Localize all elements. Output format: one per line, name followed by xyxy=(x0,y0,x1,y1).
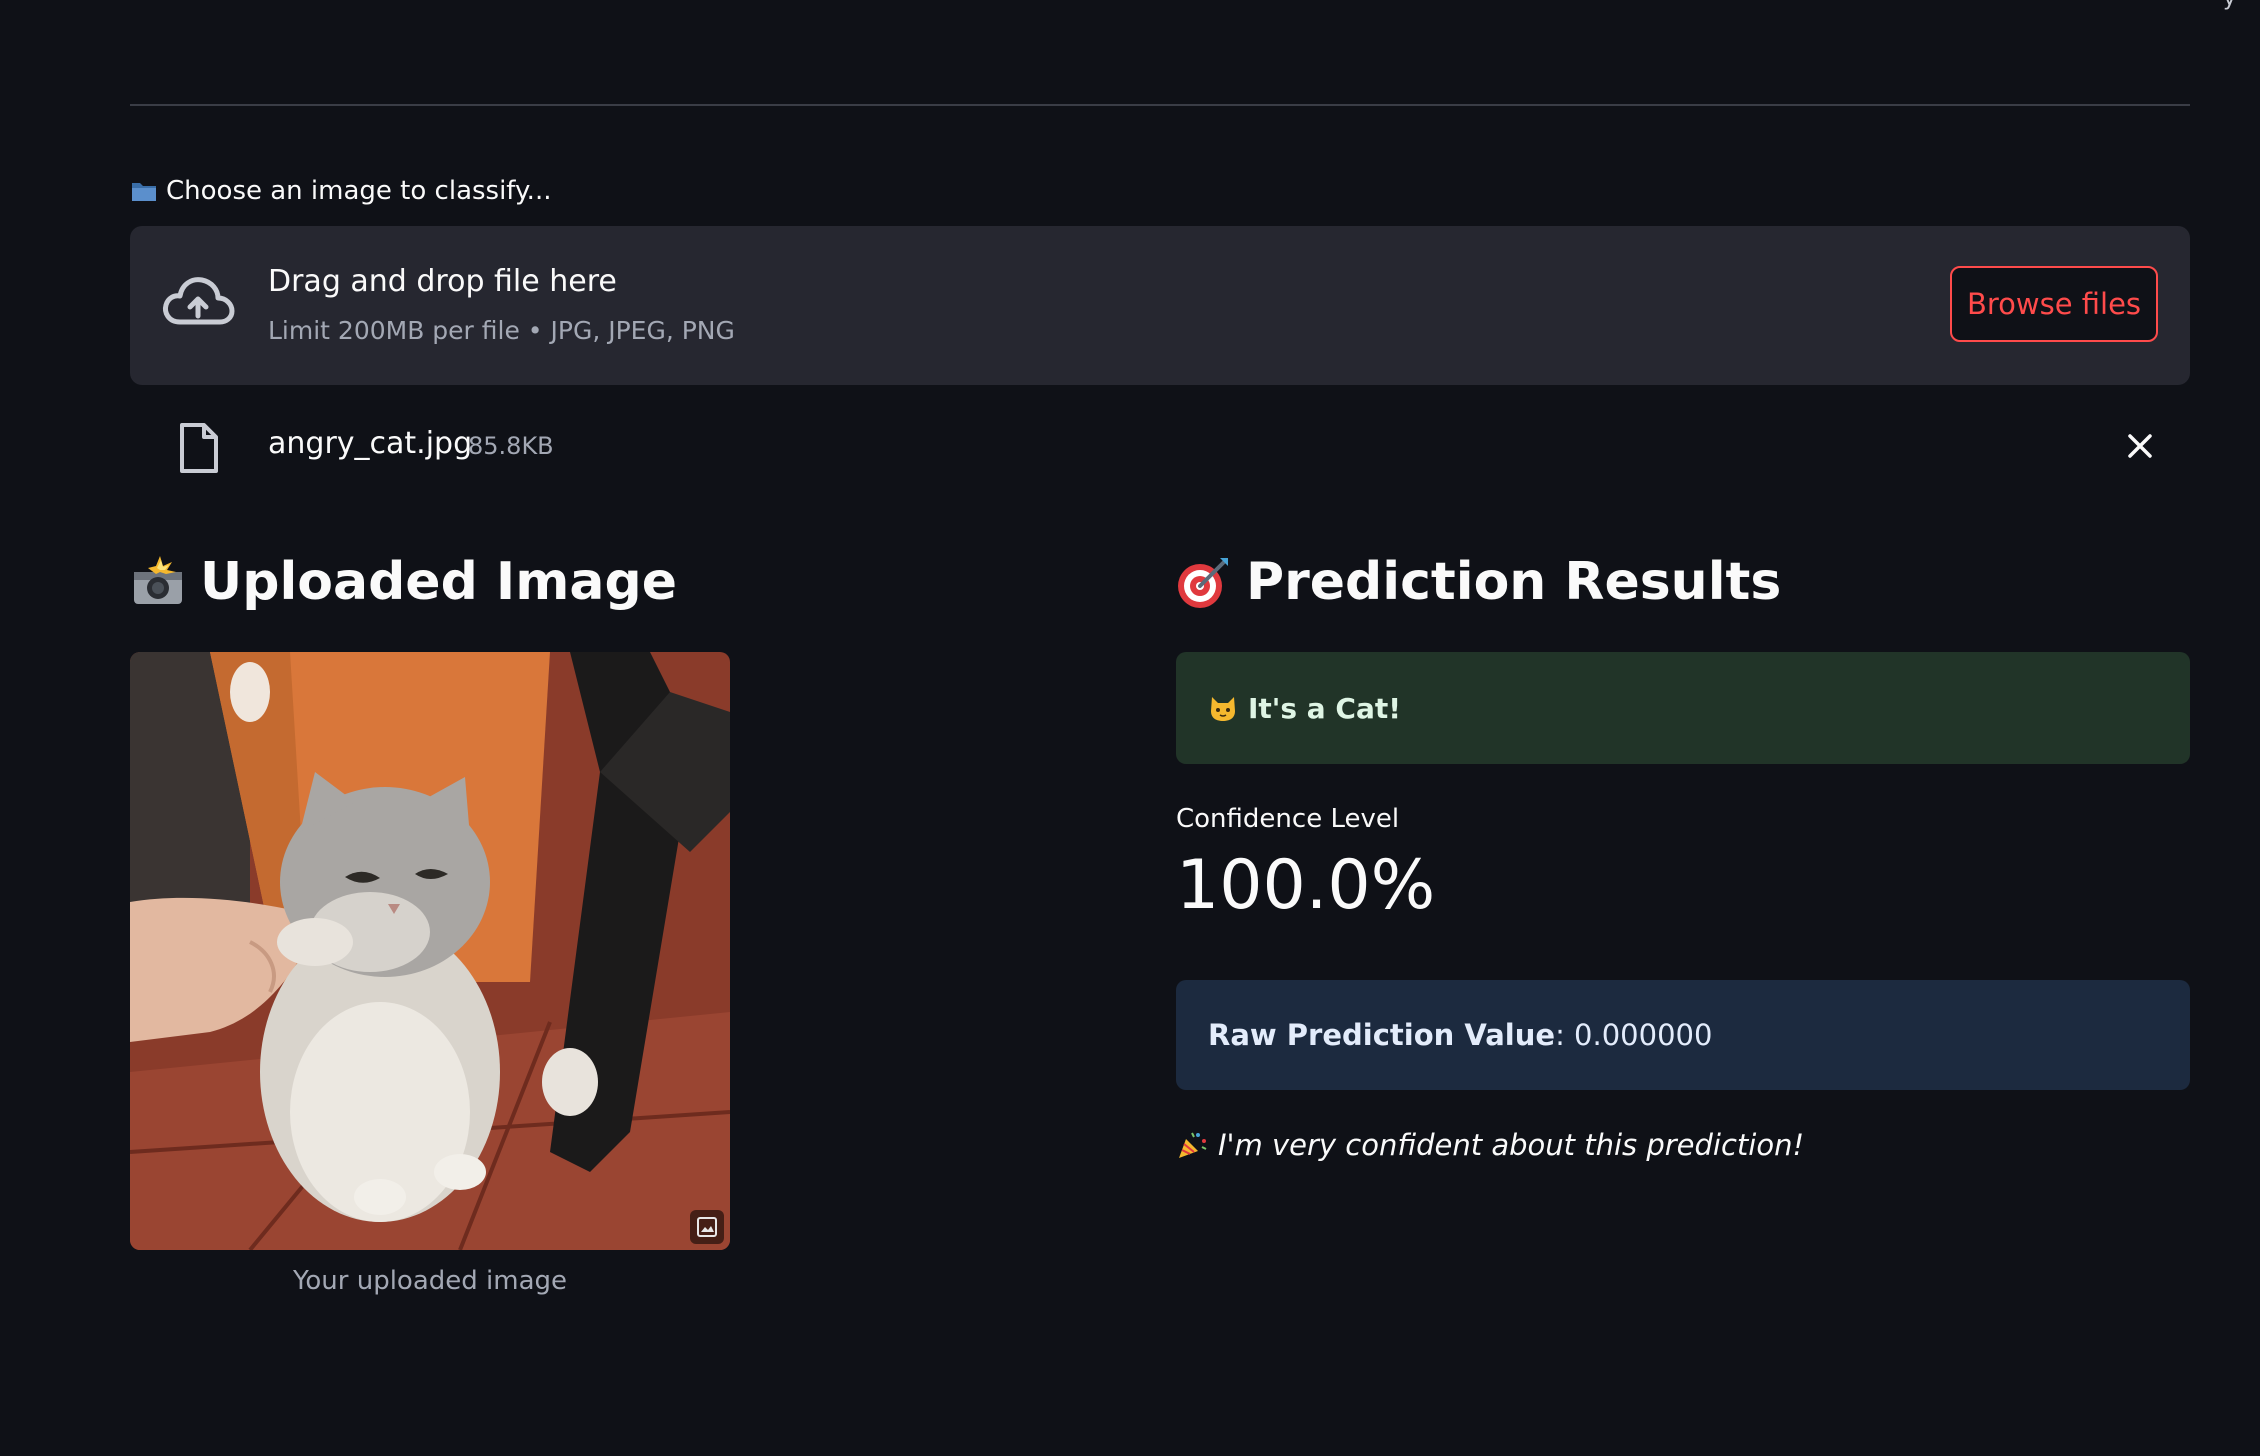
app-page: y Choose an image to classify... Drag an… xyxy=(0,0,2260,1456)
close-icon[interactable] xyxy=(2124,430,2156,462)
cat-face-icon xyxy=(1211,697,1235,721)
prediction-success-alert: It's a Cat! xyxy=(1176,652,2190,764)
camera-flash-icon xyxy=(134,556,182,604)
folder-icon xyxy=(132,183,156,201)
file-icon xyxy=(180,423,218,473)
uploaded-file-row: angry_cat.jpg 85.8KB xyxy=(130,412,2190,482)
drop-limits: Limit 200MB per file • JPG, JPEG, PNG xyxy=(268,316,735,345)
confidence-note: I'm very confident about this prediction… xyxy=(1176,1128,1804,1162)
uploaded-cat-image xyxy=(130,652,730,1250)
party-popper-icon xyxy=(1179,1132,1207,1158)
prediction-results-title: Prediction Results xyxy=(1246,552,1782,612)
uploaded-image-heading: Uploaded Image xyxy=(130,552,677,612)
drop-title: Drag and drop file here xyxy=(268,264,617,299)
browse-files-button[interactable]: Browse files xyxy=(1950,266,2158,342)
target-icon xyxy=(1178,558,1228,608)
file-dropzone[interactable]: Drag and drop file here Limit 200MB per … xyxy=(130,226,2190,385)
raw-prediction-label: Raw Prediction Value xyxy=(1208,1018,1556,1052)
confidence-note-text: I'm very confident about this prediction… xyxy=(1218,1128,1805,1162)
confidence-value: 100.0% xyxy=(1176,846,1436,925)
uploader-label: Choose an image to classify... xyxy=(130,176,551,206)
cat-photo xyxy=(130,652,730,1250)
fullscreen-icon[interactable] xyxy=(690,1210,724,1244)
file-size: 85.8KB xyxy=(468,432,554,460)
prediction-result-text: It's a Cat! xyxy=(1248,691,1402,725)
raw-prediction-value: : 0.000000 xyxy=(1555,1018,1713,1052)
raw-prediction-info: Raw Prediction Value : 0.000000 xyxy=(1176,980,2190,1090)
image-caption: Your uploaded image xyxy=(292,1266,568,1296)
uploaded-image-title: Uploaded Image xyxy=(200,552,678,612)
divider xyxy=(130,104,2190,106)
prediction-results-heading: Prediction Results xyxy=(1176,552,1781,612)
corner-text: y xyxy=(2223,0,2236,11)
confidence-label: Confidence Level xyxy=(1176,804,1400,834)
cloud-upload-icon xyxy=(163,277,235,325)
uploader-label-text: Choose an image to classify... xyxy=(166,176,552,206)
file-name: angry_cat.jpg xyxy=(268,426,473,461)
